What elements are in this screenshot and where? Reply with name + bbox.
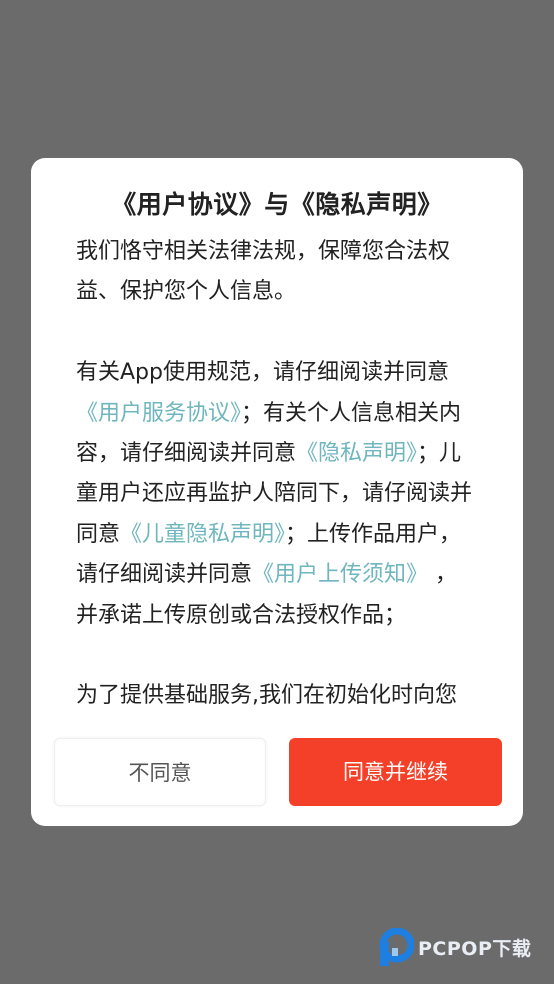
child-privacy-statement-link[interactable]: 《儿童隐私声明》 xyxy=(120,522,285,547)
pcpop-logo-icon xyxy=(379,928,414,966)
privacy-statement-link[interactable]: 《隐私声明》 xyxy=(296,441,417,466)
app-usage-text: 有关App使用规范，请仔细阅读并同意 xyxy=(76,360,449,386)
agreement-content-scroll[interactable]: 我们恪守相关法律法规，保障您合法权益、保护您个人信息。 有关App使用规范，请仔… xyxy=(76,232,476,726)
user-service-agreement-link[interactable]: 《用户服务协议》 xyxy=(76,401,241,426)
dialog-title: 《用户协议》与《隐私声明》 xyxy=(111,190,443,219)
agree-continue-button[interactable]: 同意并继续 xyxy=(289,738,502,806)
privacy-agreement-dialog: 《用户协议》与《隐私声明》 我们恪守相关法律法规，保障您合法权益、保护您个人信息… xyxy=(31,158,523,826)
intro-paragraph: 我们恪守相关法律法规，保障您合法权益、保护您个人信息。 xyxy=(76,239,451,305)
content-fade-overlay xyxy=(31,718,523,738)
watermark-text: PCPOP下载 xyxy=(418,938,532,960)
agreements-paragraph: 有关App使用规范，请仔细阅读并同意《用户服务协议》；有关个人信息相关内容，请仔… xyxy=(76,353,476,636)
pcpop-watermark: PCPOP下载 xyxy=(378,928,548,970)
basic-service-paragraph: 为了提供基础服务,我们在初始化时向您 xyxy=(76,683,457,709)
user-upload-notice-link[interactable]: 《用户上传须知》 xyxy=(252,562,428,587)
disagree-button[interactable]: 不同意 xyxy=(54,738,266,806)
